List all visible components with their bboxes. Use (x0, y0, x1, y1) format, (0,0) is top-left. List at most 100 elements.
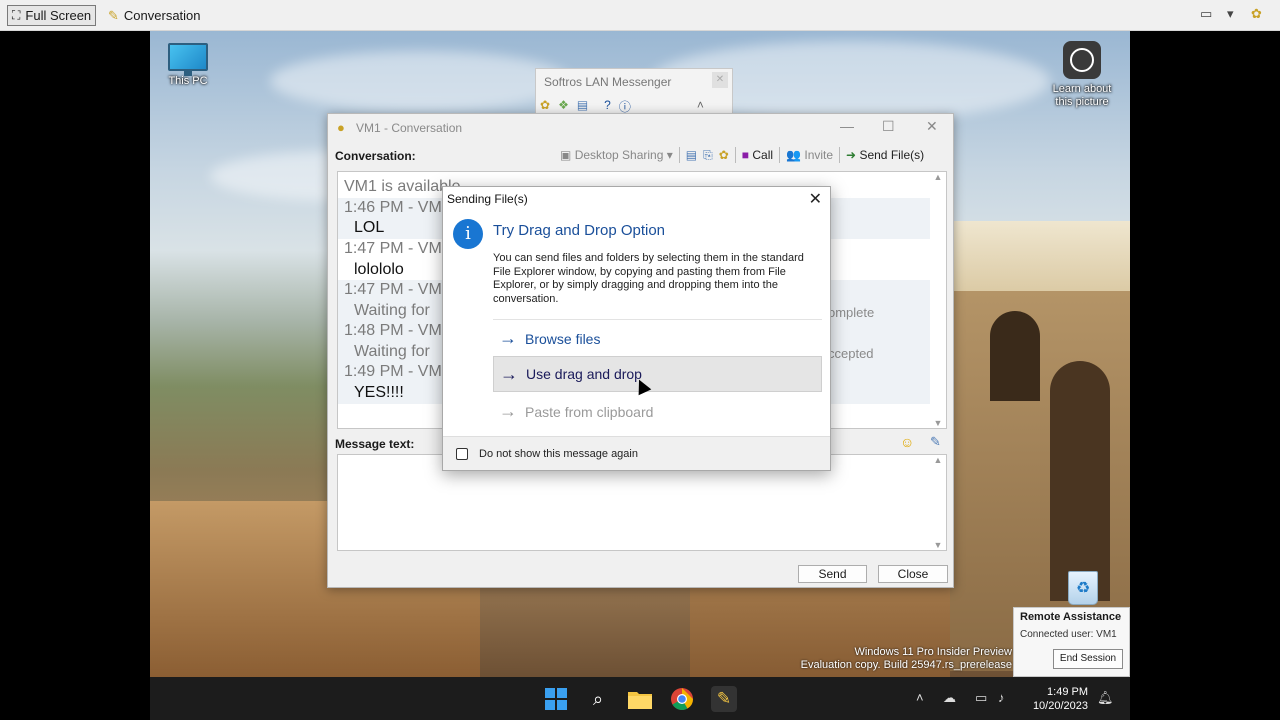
conversation-line: LOL (354, 219, 385, 236)
conversation-line: YES!!!! (354, 384, 404, 401)
recycle-bin-shortcut[interactable]: ♻ (1068, 571, 1098, 605)
chevron-down-icon[interactable]: ▾ (1227, 6, 1234, 22)
system-clock[interactable]: 1:49 PM 10/20/2023 (1033, 685, 1088, 713)
scroll-up-icon[interactable]: ▲ (930, 455, 946, 465)
maximize-icon[interactable]: ☐ (882, 118, 895, 135)
invite-button[interactable]: 👥 Invite (786, 148, 833, 162)
info-icon: i (453, 219, 483, 249)
do-not-show-label: Do not show this message again (479, 448, 638, 460)
dialog-footer: Do not show this message again (443, 436, 830, 470)
format-icon[interactable]: ✎ (930, 434, 941, 450)
desktop-sharing-icon: ▣ (560, 148, 572, 162)
camera-icon (1063, 41, 1101, 79)
transfer-status-note: ccepted (828, 346, 874, 361)
notification-bell-icon[interactable]: 🔔︎ (1097, 690, 1114, 706)
message-text-label: Message text: (335, 437, 415, 451)
close-button[interactable]: Close (878, 565, 948, 583)
conversation-window-title: VM1 - Conversation (356, 121, 463, 135)
chevron-down-icon: ▾ (666, 148, 673, 162)
do-not-show-checkbox[interactable] (456, 448, 468, 460)
start-icon[interactable] (543, 686, 569, 712)
call-label: Call (752, 148, 774, 162)
this-pc-shortcut[interactable]: This PC (160, 43, 216, 87)
use-drag-and-drop-label: Use drag and drop (526, 366, 642, 382)
arrow-right-icon: → (499, 401, 517, 421)
conversation-line: Waiting for (354, 302, 430, 319)
conversation-line: 1:48 PM - VM (344, 322, 442, 339)
paste-from-clipboard-option[interactable]: → Paste from clipboard (493, 393, 822, 430)
cloud-icon[interactable]: ☁ (943, 690, 956, 706)
volume-icon[interactable]: ♪ (998, 690, 1005, 705)
conversation-line: Waiting for (354, 343, 430, 360)
conversation-label: Conversation: (335, 149, 416, 163)
arrow-right-icon: → (500, 363, 518, 384)
sending-files-dialog: Sending File(s) ✕ i Try Drag and Drop Op… (442, 186, 831, 471)
full-screen-button[interactable]: ⛶ Full Screen (7, 5, 97, 26)
paste-from-clipboard-label: Paste from clipboard (525, 403, 654, 420)
conversation-line: lolololo (354, 261, 404, 278)
chevron-up-icon[interactable]: ˄ (916, 690, 924, 705)
use-drag-and-drop-option[interactable]: → Use drag and drop (493, 356, 822, 392)
search-icon[interactable]: ⌕ (585, 686, 611, 712)
browse-files-label: Browse files (525, 330, 601, 347)
send-button[interactable]: Send (798, 565, 867, 583)
send-file-icon: ➜ (846, 148, 857, 162)
conversation-button[interactable]: ✎ Conversation (104, 5, 205, 26)
host-toolbar: ⛶ Full Screen ✎ Conversation ▭ ▾ ✿ (0, 0, 1280, 31)
recycle-bin-icon: ♻ (1068, 571, 1098, 605)
dialog-heading: Try Drag and Drop Option (493, 222, 666, 239)
watermark-line1: Windows 11 Pro Insider Preview (854, 646, 1012, 658)
history-icon[interactable]: ▤ (686, 148, 697, 162)
chrome-icon[interactable] (669, 686, 695, 712)
messenger-window[interactable]: Softros LAN Messenger ✕ ✿ ❖ ▤ ? ⓘ ˄ (535, 68, 733, 116)
messenger-taskbar-icon[interactable]: ✎ (711, 686, 737, 712)
conversation-label: Conversation (123, 8, 201, 23)
monitor-icon (168, 43, 208, 76)
watermark-line2: Evaluation copy. Build 25947.rs_prerelea… (800, 659, 1012, 671)
scroll-down-icon[interactable]: ▼ (930, 540, 946, 550)
status-icon[interactable]: ✿ (719, 148, 729, 162)
close-icon[interactable]: ✕ (712, 72, 728, 88)
file-explorer-icon[interactable] (627, 686, 653, 712)
taskbar: ⌕ ✎ ˄ ☁ ▭ ♪ 1:49 PM 10/20/2023 🔔︎ (150, 677, 1130, 720)
browse-files-option[interactable]: → Browse files (493, 320, 822, 357)
user-icon: ● (337, 120, 345, 135)
desktop-sharing-button[interactable]: ▣ Desktop Sharing ▾ (560, 148, 673, 162)
invite-icon: 👥 (786, 148, 802, 162)
copy-icon[interactable]: ⎘ (703, 148, 713, 163)
scroll-up-icon[interactable]: ▲ (930, 172, 946, 182)
conversation-toolbar: ▣ Desktop Sharing ▾ ▤ ⎘ ✿ ■ Call 👥 Invit… (560, 147, 924, 163)
send-files-button[interactable]: ➜ Send File(s) (846, 148, 924, 162)
network-icon[interactable]: ▭ (975, 690, 987, 706)
send-files-label: Send File(s) (859, 148, 925, 162)
message-scrollbar[interactable]: ▲ ▼ (930, 455, 946, 550)
minimize-icon[interactable]: — (840, 118, 854, 134)
connected-user-label: Connected user: VM1 (1020, 629, 1117, 640)
scroll-down-icon[interactable]: ▼ (930, 418, 946, 428)
remote-assistance-title: Remote Assistance (1020, 611, 1122, 623)
learn-about-picture-shortcut[interactable]: Learn about this picture (1046, 41, 1118, 109)
full-screen-label: Full Screen (25, 8, 92, 23)
learn-label-line1: Learn about (1052, 83, 1112, 95)
display-mode-icon[interactable]: ▭ (1200, 6, 1212, 22)
invite-label: Invite (804, 148, 834, 162)
conversation-scrollbar[interactable]: ▲ ▼ (930, 172, 946, 428)
desktop-sharing-label: Desktop Sharing (574, 148, 664, 162)
conversation-titlebar[interactable]: ● VM1 - Conversation — ☐ ✕ (328, 114, 953, 142)
call-button[interactable]: ■ Call (742, 148, 773, 162)
conversation-icon: ✎ (108, 7, 119, 23)
remote-assistance-panel: Remote Assistance Connected user: VM1 En… (1013, 607, 1130, 677)
conversation-line: 1:46 PM - VM (344, 199, 442, 216)
conversation-line: 1:47 PM - VM (344, 240, 442, 257)
video-camera-icon: ■ (741, 148, 750, 162)
dialog-title: Sending File(s) (447, 192, 528, 206)
close-icon[interactable]: ✕ (926, 118, 938, 135)
close-icon[interactable]: ✕ (809, 189, 822, 209)
settings-icon[interactable]: ✿ (1251, 6, 1262, 22)
this-pc-label: This PC (168, 75, 208, 87)
emoji-icon[interactable]: ☺ (900, 434, 914, 450)
end-session-button[interactable]: End Session (1053, 649, 1123, 669)
transfer-status-note: omplete (828, 305, 875, 320)
conversation-line: 1:47 PM - VM (344, 281, 442, 298)
arrow-right-icon: → (499, 328, 517, 348)
